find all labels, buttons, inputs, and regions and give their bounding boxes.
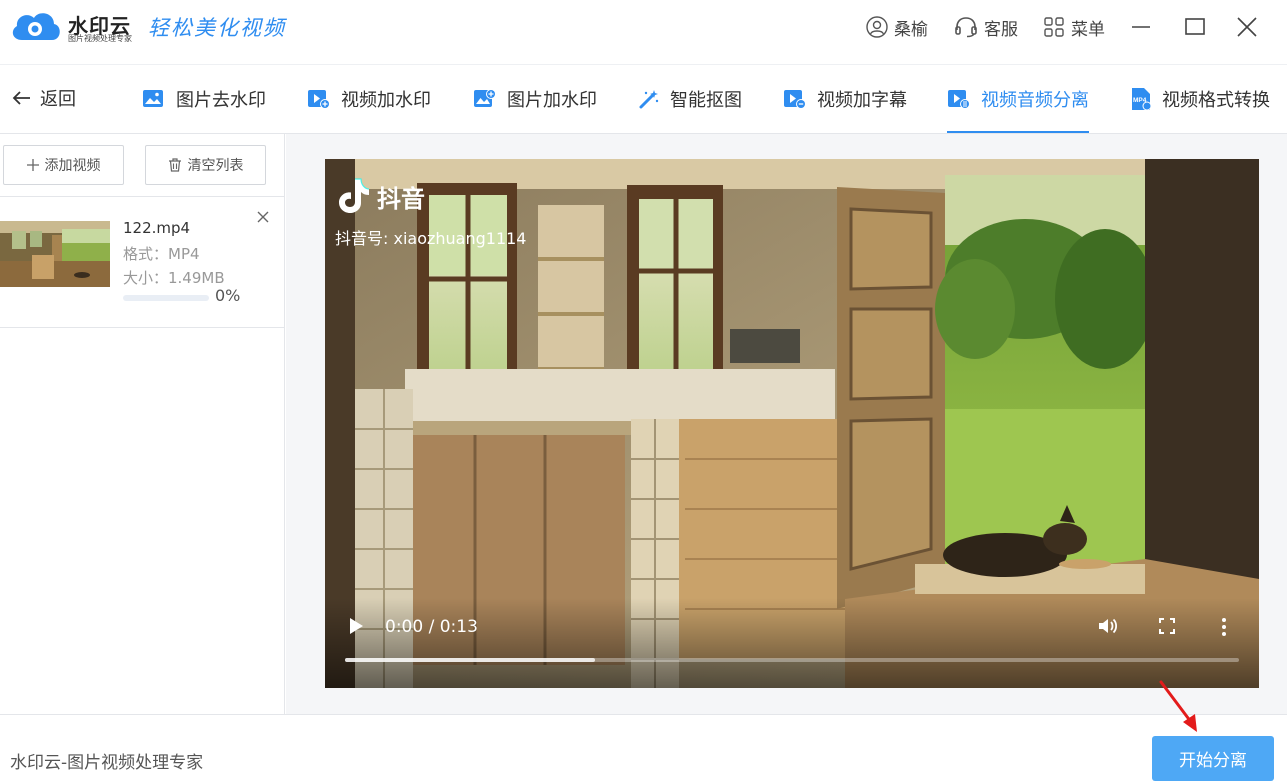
video-subtitle-icon (784, 90, 806, 109)
footer-tagline: 水印云-图片视频处理专家 (10, 753, 204, 773)
customer-service-button[interactable]: 客服 (954, 12, 1018, 42)
tab-label: 视频加字幕 (817, 90, 907, 111)
more-options-icon[interactable] (1220, 617, 1228, 637)
progress-bar (123, 295, 209, 301)
preview-area: 抖音 抖音号: xiaozhuang1114 0:00 / 0:13 (286, 134, 1287, 714)
volume-icon[interactable] (1097, 616, 1119, 636)
fullscreen-icon[interactable] (1158, 617, 1176, 635)
arrow-left-icon (12, 91, 30, 105)
file-list-panel: 添加视频 清空列表 122.mp4 格式：MP4 大小：1.49MB 0% (0, 134, 285, 714)
trash-icon (168, 158, 181, 172)
tiktok-account-id: 抖音号: xiaozhuang1114 (335, 229, 527, 248)
video-add-icon (308, 90, 330, 109)
video-thumbnail (0, 221, 110, 287)
clear-list-label: 清空列表 (187, 158, 244, 174)
add-video-label: 添加视频 (44, 158, 101, 174)
tab-label: 视频音频分离 (981, 90, 1089, 111)
menu-button[interactable]: 菜单 (1043, 12, 1105, 42)
tiktok-watermark: 抖音 (337, 177, 425, 215)
maximize-icon (1185, 18, 1205, 35)
image-icon (143, 90, 163, 107)
tab-label: 图片加水印 (507, 90, 597, 111)
app-logo (12, 13, 60, 40)
user-account[interactable]: 桑榆 (866, 12, 928, 42)
title-bar: 水印云 图片视频处理专家 轻松美化视频 桑榆 客服 菜单 (0, 0, 1287, 56)
brand-subtitle: 图片视频处理专家 (68, 34, 132, 43)
file-list-toolbar: 添加视频 清空列表 (0, 134, 284, 197)
maximize-button[interactable] (1180, 12, 1210, 42)
menu-label: 菜单 (1071, 19, 1105, 40)
seek-bar-buffered (345, 658, 596, 662)
play-icon[interactable] (347, 616, 365, 636)
tab-image-remove-watermark[interactable]: 图片去水印 (142, 65, 266, 133)
close-icon[interactable] (255, 209, 271, 225)
footer-bar: 水印云-图片视频处理专家 开始分离 (0, 714, 1287, 784)
video-time: 0:00 / 0:13 (385, 617, 478, 637)
start-separate-button[interactable]: 开始分离 (1152, 736, 1274, 781)
file-size: 大小：1.49MB (123, 269, 225, 287)
tab-video-audio-separate[interactable]: 视频音频分离 (947, 65, 1089, 133)
video-player[interactable]: 抖音 抖音号: xiaozhuang1114 0:00 / 0:13 (325, 159, 1259, 688)
tab-video-format-convert[interactable]: MP4 视频格式转换 (1130, 65, 1270, 133)
tab-video-add-subtitle[interactable]: 视频加字幕 (783, 65, 907, 133)
tab-video-add-watermark[interactable]: 视频加水印 (307, 65, 431, 133)
video-controls-shade (325, 598, 1259, 688)
service-label: 客服 (984, 19, 1018, 40)
tab-label: 图片去水印 (176, 90, 266, 111)
video-audio-icon (948, 90, 970, 109)
tab-label: 智能抠图 (670, 90, 742, 111)
minimize-icon (1132, 26, 1150, 28)
back-button[interactable]: 返回 (12, 85, 76, 111)
tab-label: 视频格式转换 (1162, 90, 1270, 111)
seek-bar[interactable] (345, 658, 1239, 662)
file-format: 格式：MP4 (123, 245, 200, 263)
minimize-button[interactable] (1126, 12, 1156, 42)
magic-wand-icon (639, 90, 659, 109)
back-label: 返回 (40, 89, 76, 110)
close-button[interactable] (1232, 12, 1262, 42)
file-name: 122.mp4 (123, 219, 191, 237)
clear-list-button[interactable]: 清空列表 (145, 145, 266, 185)
mp4-icon: MP4 (1132, 88, 1152, 111)
red-arrow-annotation-icon (1159, 680, 1197, 732)
tab-label: 视频加水印 (341, 90, 431, 111)
tab-smart-cutout[interactable]: 智能抠图 (638, 65, 742, 133)
tool-tabs-bar: 返回 图片去水印 视频加水印 图片加水印 智能抠图 视频加字幕 视频音频分离 M… (0, 64, 1287, 134)
tiktok-brand-text: 抖音 (377, 184, 425, 213)
slogan: 轻松美化视频 (148, 16, 286, 40)
user-icon (866, 16, 888, 38)
list-item[interactable]: 122.mp4 格式：MP4 大小：1.49MB 0% (0, 197, 284, 328)
tiktok-logo-icon (339, 178, 370, 213)
grid-icon (1044, 17, 1064, 37)
progress-text: 0% (215, 286, 241, 305)
plus-icon (26, 159, 39, 171)
headset-icon (955, 17, 977, 38)
close-icon (1237, 17, 1257, 37)
user-name: 桑榆 (894, 19, 928, 40)
image-add-icon (474, 89, 496, 107)
add-video-button[interactable]: 添加视频 (3, 145, 124, 185)
tab-image-add-watermark[interactable]: 图片加水印 (473, 65, 597, 133)
